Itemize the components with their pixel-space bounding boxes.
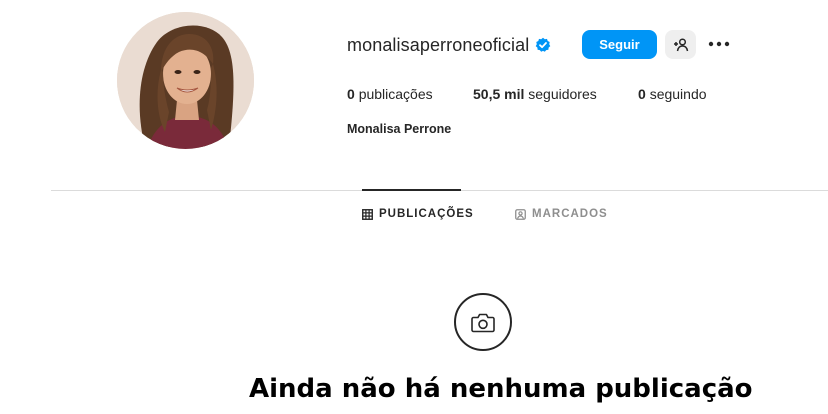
followers-count-value: 50,5 mil	[473, 86, 525, 102]
add-person-icon	[673, 37, 688, 51]
profile-stats: 0 publicações 50,5 mil seguidores 0 segu…	[347, 86, 707, 102]
full-name: Monalisa Perrone	[347, 122, 452, 136]
posts-count-value: 0	[347, 86, 355, 102]
followers-count[interactable]: 50,5 mil seguidores	[473, 86, 638, 102]
camera-icon	[471, 313, 495, 332]
empty-state-camera	[454, 293, 512, 351]
grid-icon	[362, 208, 373, 220]
profile-avatar[interactable]	[117, 12, 254, 149]
follow-button[interactable]: Seguir	[582, 30, 657, 59]
tab-tagged[interactable]: MARCADOS	[515, 208, 608, 220]
avatar-photo	[117, 12, 254, 149]
tab-tagged-label: MARCADOS	[532, 208, 608, 220]
following-count-label: seguindo	[649, 86, 707, 102]
tagged-icon	[515, 208, 526, 220]
username-row: monalisaperroneoficial	[347, 30, 551, 60]
verified-badge-icon	[535, 37, 551, 53]
empty-state-title: Ainda não há nenhuma publicação	[249, 374, 753, 404]
following-count[interactable]: 0 seguindo	[638, 86, 707, 102]
active-tab-indicator	[362, 189, 461, 191]
suggested-accounts-button[interactable]	[665, 30, 696, 59]
tab-posts-label: PUBLICAÇÕES	[379, 208, 474, 220]
more-options-icon	[708, 41, 730, 47]
tab-posts[interactable]: PUBLICAÇÕES	[362, 208, 474, 220]
username: monalisaperroneoficial	[347, 34, 530, 55]
posts-count: 0 publicações	[347, 86, 473, 102]
following-count-value: 0	[638, 86, 646, 102]
posts-count-label: publicações	[358, 86, 433, 102]
followers-count-label: seguidores	[528, 86, 597, 102]
more-options-button[interactable]	[706, 32, 732, 56]
